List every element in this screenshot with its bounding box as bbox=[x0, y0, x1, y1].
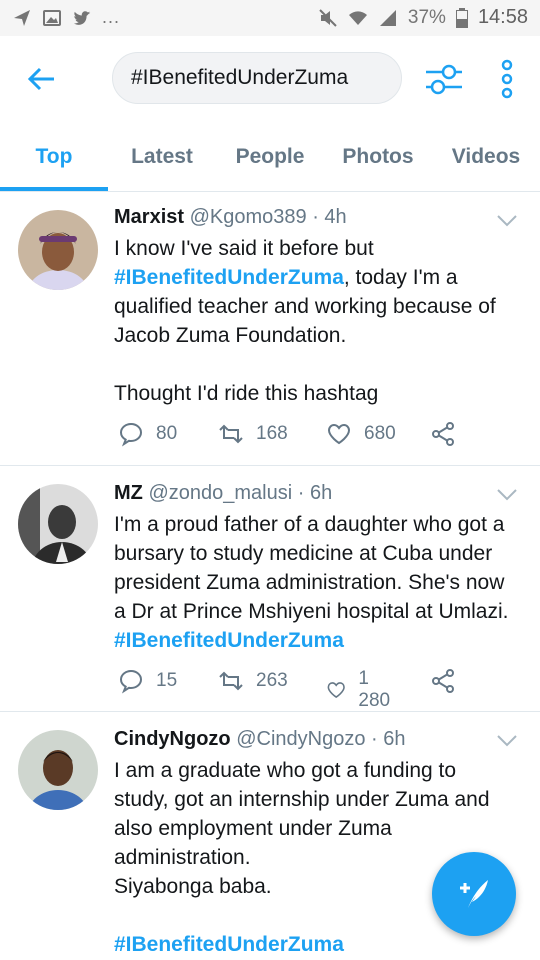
like-button[interactable]: 680 bbox=[326, 421, 396, 447]
tweet-line: I know I've said it before but bbox=[114, 237, 374, 260]
battery-percent: 37% bbox=[407, 6, 446, 28]
like-count: 680 bbox=[364, 423, 396, 444]
tab-latest[interactable]: Latest bbox=[108, 122, 216, 192]
tweet-text: I'm a proud father of a daughter who got… bbox=[114, 510, 524, 655]
search-header: #IBenefitedUnderZuma bbox=[0, 36, 540, 122]
heart-icon bbox=[327, 423, 351, 445]
retweet-count: 263 bbox=[256, 670, 288, 691]
tab-label: Latest bbox=[131, 145, 193, 168]
retweet-button[interactable]: 168 bbox=[218, 421, 288, 447]
status-bar: ... 37% 14:58 bbox=[0, 0, 540, 36]
display-name[interactable]: MZ bbox=[114, 482, 143, 504]
reply-icon bbox=[119, 669, 143, 694]
tweet-time: · 4h bbox=[312, 206, 347, 228]
tweet-line: president Zuma administration. She's now bbox=[114, 571, 505, 594]
battery-icon bbox=[455, 7, 468, 28]
reply-icon bbox=[119, 422, 143, 447]
retweet-icon bbox=[219, 671, 243, 691]
share-button[interactable] bbox=[430, 668, 456, 694]
tweet-line: a Dr at Prince Mshiyeni hospital at Umla… bbox=[114, 600, 509, 623]
retweet-icon bbox=[219, 424, 243, 444]
active-tab-indicator bbox=[0, 187, 108, 191]
more-vertical-icon[interactable] bbox=[494, 58, 520, 100]
tweet-line: study, got an internship under Zuma and bbox=[114, 788, 490, 811]
like-button[interactable]: 1 280 bbox=[326, 668, 396, 712]
heart-icon bbox=[327, 682, 345, 698]
tab-label: People bbox=[235, 145, 305, 168]
clock: 14:58 bbox=[477, 6, 528, 28]
avatar[interactable] bbox=[18, 730, 98, 810]
reply-button[interactable]: 15 bbox=[118, 668, 177, 694]
compose-tweet-icon bbox=[460, 880, 488, 908]
retweet-button[interactable]: 263 bbox=[218, 668, 288, 694]
user-handle[interactable]: @Kgomo389 bbox=[190, 206, 307, 228]
more-notifications-icon: ... bbox=[102, 7, 121, 27]
search-tabs: Top Latest People Photos Videos bbox=[0, 122, 540, 192]
share-icon bbox=[432, 669, 454, 693]
tweet-line: bursary to study medicine at Cuba under bbox=[114, 542, 493, 565]
search-input[interactable]: #IBenefitedUnderZuma bbox=[112, 52, 402, 104]
like-count: 1 280 bbox=[358, 668, 391, 711]
tab-videos[interactable]: Videos bbox=[432, 122, 540, 192]
tab-top[interactable]: Top bbox=[0, 122, 108, 192]
tweet[interactable]: MZ @zondo_malusi · 6h I'm a proud father… bbox=[0, 466, 540, 712]
tweet-line: #IBenefitedUnderZuma bbox=[114, 626, 524, 655]
tab-label: Videos bbox=[451, 145, 521, 168]
back-arrow-icon[interactable] bbox=[24, 62, 58, 96]
tab-people[interactable]: People bbox=[216, 122, 324, 192]
user-handle[interactable]: @CindyNgozo bbox=[236, 728, 365, 750]
tweet-text: I know I've said it before but #IBenefit… bbox=[114, 234, 524, 408]
wifi-icon bbox=[348, 10, 367, 25]
chevron-down-icon[interactable] bbox=[496, 488, 518, 502]
tweet[interactable]: Marxist @Kgomo389 · 4h I know I've said … bbox=[0, 192, 540, 466]
tweet-header: CindyNgozo @CindyNgozo · 6h bbox=[114, 728, 406, 751]
hashtag-link[interactable]: #IBenefitedUnderZuma bbox=[114, 629, 344, 652]
twitter-icon bbox=[73, 10, 91, 25]
reply-button[interactable]: 80 bbox=[118, 421, 177, 447]
tweet-line-text: , today I'm a bbox=[343, 266, 458, 289]
filter-icon[interactable] bbox=[424, 60, 464, 98]
chevron-down-icon[interactable] bbox=[496, 214, 518, 228]
compose-tweet-button[interactable] bbox=[432, 852, 516, 936]
hashtag-link[interactable]: #IBenefitedUnderZuma bbox=[114, 933, 344, 956]
tab-label: Top bbox=[35, 145, 73, 168]
reply-count: 80 bbox=[156, 423, 178, 444]
display-name[interactable]: CindyNgozo bbox=[114, 728, 231, 750]
hashtag-link[interactable]: #IBenefitedUnderZuma bbox=[114, 266, 344, 289]
share-button[interactable] bbox=[430, 421, 456, 447]
avatar[interactable] bbox=[18, 210, 98, 290]
tweet-time: · 6h bbox=[371, 728, 406, 750]
mute-icon bbox=[319, 8, 337, 27]
tweet-line: Thought I'd ride this hashtag bbox=[114, 382, 379, 405]
tab-label: Photos bbox=[342, 145, 414, 168]
tweet-time: · 6h bbox=[297, 482, 333, 504]
tweet-line: Jacob Zuma Foundation. bbox=[114, 324, 347, 347]
avatar[interactable] bbox=[18, 484, 98, 564]
reply-count: 15 bbox=[156, 670, 178, 691]
tweet-header: MZ @zondo_malusi · 6h bbox=[114, 482, 332, 505]
navigation-icon bbox=[14, 9, 30, 26]
tweet-line: qualified teacher and working because of bbox=[114, 295, 496, 318]
chevron-down-icon[interactable] bbox=[496, 734, 518, 748]
user-handle[interactable]: @zondo_malusi bbox=[148, 482, 292, 504]
search-query-text: #IBenefitedUnderZuma bbox=[131, 66, 349, 89]
signal-icon bbox=[379, 9, 396, 26]
retweet-count: 168 bbox=[256, 423, 288, 444]
share-icon bbox=[432, 422, 454, 446]
tweet-line: I'm a proud father of a daughter who got… bbox=[114, 513, 505, 536]
tweet-line: also employment under Zuma bbox=[114, 817, 392, 840]
image-icon bbox=[43, 9, 61, 26]
tweet-line: #IBenefitedUnderZuma, today I'm a bbox=[114, 263, 524, 292]
tab-photos[interactable]: Photos bbox=[324, 122, 432, 192]
tweet-line: I am a graduate who got a funding to bbox=[114, 759, 457, 782]
display-name[interactable]: Marxist bbox=[114, 206, 184, 228]
tweet-header: Marxist @Kgomo389 · 4h bbox=[114, 206, 347, 229]
